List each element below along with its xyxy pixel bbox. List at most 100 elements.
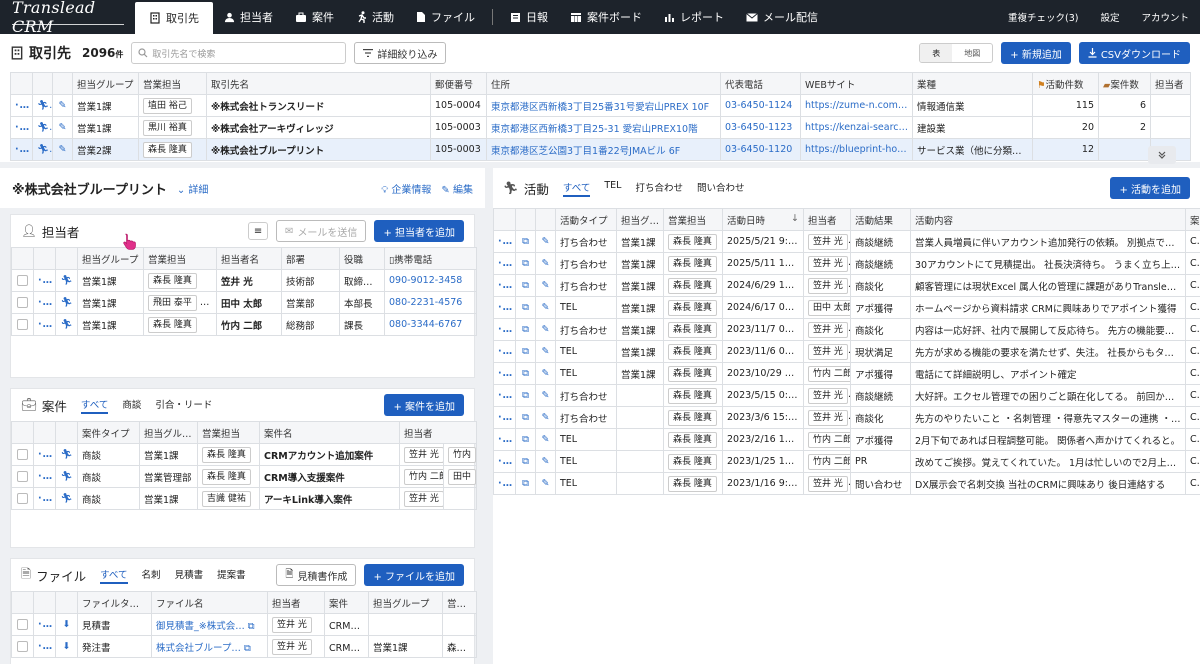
pencil-icon[interactable]: ✎ (535, 362, 556, 385)
table-row[interactable]: ···⧉✎TEL営業1課森長 隆真 2023/10/29 00:00竹内 二郎アポ… (493, 362, 1200, 385)
cell-mobile[interactable]: 080-2231-4576 (384, 291, 477, 314)
nav-item-deals[interactable]: 案件 (284, 0, 345, 34)
pencil-icon[interactable]: ✎ (535, 384, 556, 407)
row-menu-icon[interactable]: ··· (33, 269, 56, 292)
cell-content[interactable]: 先方のやりたいこと ・名刺管理 ・得意先マスターの連携 ・… (910, 406, 1186, 429)
tab-proposals[interactable]: 提案書 (217, 567, 246, 584)
col-header-mobile[interactable]: ▯携帯電話 (384, 247, 477, 270)
cell-mobile[interactable]: 080-3344-6767 (384, 313, 477, 336)
copy-icon[interactable]: ⧉ (515, 450, 536, 473)
row-menu-icon[interactable]: ··· (10, 138, 33, 161)
add-contact-button[interactable]: + 担当者を追加 (374, 220, 464, 242)
row-checkbox[interactable] (11, 613, 34, 636)
row-menu-icon[interactable]: ··· (33, 613, 56, 636)
tab-tel[interactable]: TEL (604, 180, 621, 197)
table-row[interactable]: ··· ⧉ ✎ 打ち合わせ 森長 隆真 2023/3/6 15:00 笠井 光商談化 先方のや… (493, 406, 1200, 429)
col-header-website[interactable]: WEBサイト (800, 72, 913, 95)
pencil-icon[interactable]: ✎ (535, 252, 556, 275)
cell-phone[interactable]: 03-6450-1120 (720, 138, 801, 161)
col-header-deal[interactable]: 案件 (324, 591, 369, 614)
new-account-button[interactable]: + 新規追加 (1001, 42, 1071, 64)
cell-address[interactable]: 東京都港区西新橋3丁目25-31 愛宕山PREX10階 (486, 116, 721, 139)
cell-mobile[interactable]: 090-9012-3458 (384, 269, 477, 292)
tab-business-cards[interactable]: 名刺 (142, 567, 161, 584)
row-menu-icon[interactable]: ··· (493, 296, 516, 319)
csv-download-button[interactable]: CSVダウンロード (1078, 42, 1190, 64)
col-header-file-type[interactable]: ファイルタイプ (77, 591, 152, 614)
cell-content[interactable]: 顧客管理には現状Excel 属人化の管理に課題がありTranslead … (910, 274, 1186, 297)
row-menu-icon[interactable]: ··· (493, 450, 516, 473)
row-menu-icon[interactable]: ··· (493, 472, 516, 495)
tab-all[interactable]: すべて (80, 397, 109, 414)
table-row[interactable]: ··· ⧉ ✎ 打ち合わせ 営業1課 森長 隆真 2025/5/21 9:55 笠井 光商談継… (493, 230, 1200, 253)
row-menu-icon[interactable]: ··· (493, 252, 516, 275)
download-icon[interactable]: ⬇ (55, 635, 78, 658)
tab-quotes[interactable]: 見積書 (175, 567, 204, 584)
col-header-rep[interactable]: 営業担当 (197, 421, 260, 444)
pencil-icon[interactable]: ✎ (52, 94, 73, 117)
row-menu-icon[interactable]: ··· (33, 291, 56, 314)
cell-account-name[interactable]: ※株式会社ブループリント (206, 138, 431, 161)
row-checkbox[interactable] (11, 487, 34, 510)
copy-icon[interactable]: ⧉ (515, 230, 536, 253)
col-header-rep[interactable]: 営業担当 (143, 247, 217, 270)
row-checkbox[interactable] (11, 291, 34, 314)
external-link-icon[interactable]: ⧉ (244, 643, 251, 654)
col-header-group[interactable]: 担当グル… (139, 421, 198, 444)
col-header-deal-count[interactable]: ▰案件数 (1098, 72, 1151, 95)
copy-icon[interactable]: ⧉ (515, 406, 536, 429)
col-header-contact[interactable]: 担当者 (803, 208, 851, 231)
col-header-rep[interactable]: 営業担 (442, 591, 477, 614)
table-row[interactable]: ··· ⧉ ✎ TEL 森長 隆真 2023/2/16 10:00 竹内 二郎 アポ獲得 2月下… (493, 428, 1200, 451)
checkbox[interactable] (17, 275, 28, 286)
row-menu-icon[interactable]: ··· (33, 487, 56, 510)
pencil-icon[interactable]: ✎ (52, 138, 73, 161)
row-menu-icon[interactable]: ··· (493, 406, 516, 429)
cell-contact-name[interactable]: 田中 太郎 (216, 291, 282, 314)
row-menu-icon[interactable]: ··· (33, 635, 56, 658)
table-row[interactable]: ··· 🏃︎ 商談 営業管理部 森長 隆真 CRM導入支援案件 竹内 二郎 田中 (11, 465, 478, 488)
running-person-icon[interactable]: 🏃︎ (55, 269, 78, 292)
sort-down-icon[interactable]: ↓ (791, 213, 799, 224)
cell-phone[interactable]: 03-6450-1123 (720, 116, 801, 139)
cell-contact-name[interactable]: 竹内 二郎 (216, 313, 282, 336)
table-row[interactable]: ··· 🏃︎ 商談 営業1課 森長 隆真 CRMアカウント追加案件 笠井 光 竹… (11, 443, 478, 466)
create-quote-button[interactable]: 🗎 見積書作成 (276, 564, 357, 586)
running-person-icon[interactable]: 🏃︎ (32, 138, 53, 161)
table-row[interactable]: ··· ⧉ ✎ TEL 森長 隆真 2023/1/16 9:00 笠井 光問い合わせ DX展示… (493, 472, 1200, 495)
col-header-group[interactable]: 担当グループ (72, 72, 139, 95)
copy-icon[interactable]: ⧉ (515, 274, 536, 297)
expand-chevron-icon[interactable] (1148, 146, 1176, 164)
nav-account[interactable]: アカウント (1130, 0, 1200, 34)
table-row[interactable]: ··· 🏃︎ 営業1課 森長 隆真 竹内 二郎 総務部 課長 080-3344-… (11, 313, 477, 336)
running-person-icon[interactable]: 🏃︎ (55, 313, 78, 336)
checkbox[interactable] (17, 449, 28, 460)
col-header-dept[interactable]: 部署 (281, 247, 340, 270)
copy-icon[interactable]: ⧉ (515, 472, 536, 495)
company-detail-link[interactable]: ⌄ 詳細 (177, 181, 209, 196)
view-map-tab[interactable]: 地図 (952, 44, 992, 62)
table-row[interactable]: ··· ⧉ ✎ 打ち合わせ 営業1課 森長 隆真 2025/5/11 12:35 笠井 光商談… (493, 252, 1200, 275)
pencil-icon[interactable]: ✎ (535, 230, 556, 253)
col-header-activity-type[interactable]: 活動タイプ (555, 208, 617, 231)
nav-item-daily-report[interactable]: 日報 (499, 0, 559, 34)
running-person-icon[interactable]: 🏃︎ (55, 291, 78, 314)
send-mail-button[interactable]: ✉ メールを送信 (276, 220, 367, 242)
col-header-contact[interactable]: 担当者 (267, 591, 325, 614)
row-checkbox[interactable] (11, 269, 34, 292)
col-header-deal-type[interactable]: 案件タイプ (77, 421, 140, 444)
nav-duplicate-check[interactable]: 重複チェック(3) (997, 0, 1089, 34)
copy-icon[interactable]: ⧉ (515, 252, 536, 275)
table-row[interactable]: ··· 🏃︎ ✎ 営業1課 黒川 裕真 ※株式会社アーキヴィレッジ 105-00… (10, 116, 1191, 139)
table-row[interactable]: ··· ⧉ ✎ 打ち合わせ 森長 隆真 2023/5/15 0:00 笠井 光商談継続 大好評… (493, 384, 1200, 407)
nav-settings[interactable]: 設定 (1089, 0, 1130, 34)
running-person-icon[interactable]: 🏃︎ (32, 116, 53, 139)
col-header-content[interactable]: 活動内容 (910, 208, 1186, 231)
file-name-link[interactable]: 御見積書_※株式会… (156, 621, 245, 632)
copy-icon[interactable]: ⧉ (515, 428, 536, 451)
cell-content[interactable]: 改めてご挨拶。覚えてくれていた。 1月は忙しいので2月上旬… (910, 450, 1186, 473)
row-menu-icon[interactable]: ··· (10, 116, 33, 139)
row-menu-icon[interactable]: ··· (493, 230, 516, 253)
row-checkbox[interactable] (11, 313, 34, 336)
checkbox[interactable] (17, 319, 28, 330)
